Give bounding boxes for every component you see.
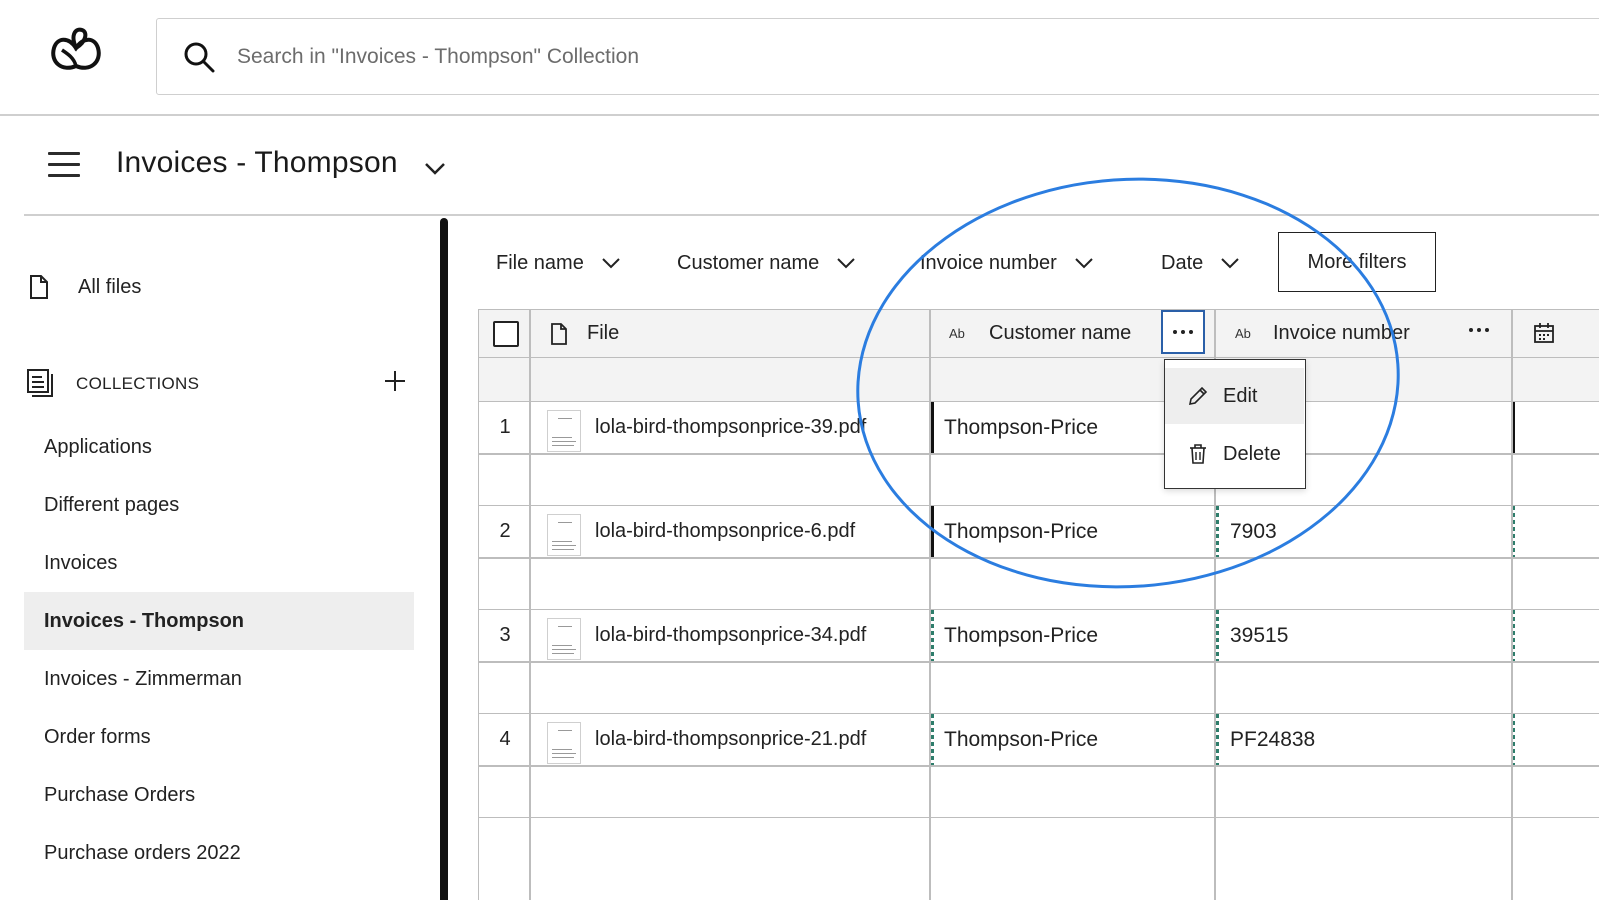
column-divider — [929, 310, 931, 900]
select-all-checkbox[interactable] — [493, 321, 519, 347]
calendar-icon[interactable] — [1533, 322, 1555, 344]
sidebar-item-purchase-orders[interactable]: Purchase Orders — [24, 766, 414, 824]
row-divider — [479, 765, 1599, 767]
app-logo-icon[interactable] — [48, 26, 104, 74]
row-divider — [479, 557, 1599, 559]
row-number: 2 — [499, 520, 511, 542]
customer-name-cell[interactable]: Thompson-Price — [944, 416, 1098, 440]
filter-customer-name[interactable]: Customer name — [677, 248, 857, 278]
collections-label: COLLECTIONS — [76, 374, 200, 393]
plus-icon[interactable] — [382, 368, 408, 394]
cell-marker — [931, 610, 934, 662]
top-bar: Search in "Invoices - Thompson" Collecti… — [0, 0, 1599, 116]
sidebar-item-all-files[interactable]: All files — [26, 272, 141, 302]
sidebar-scrollbar[interactable] — [440, 218, 448, 900]
cell-marker — [1216, 714, 1219, 766]
file-thumbnail — [547, 514, 581, 556]
table-row[interactable]: 3 lola-bird-thompsonprice-34.pdf Thompso… — [479, 610, 1599, 714]
row-number: 3 — [499, 624, 511, 646]
sidebar-item-order-forms[interactable]: Order forms — [24, 708, 414, 766]
trash-icon — [1190, 444, 1206, 464]
filter-date[interactable]: Date — [1161, 248, 1241, 278]
column-divider — [1511, 310, 1513, 900]
table-row[interactable]: 1 lola-bird-thompsonprice-39.pdf Thompso… — [479, 402, 1599, 506]
sidebar-item-invoices-zimmerman[interactable]: Invoices - Zimmerman — [24, 650, 414, 708]
customer-name-cell[interactable]: Thompson-Price — [944, 520, 1098, 544]
customer-name-cell[interactable]: Thompson-Price — [944, 728, 1098, 752]
menu-item-edit[interactable]: Edit — [1165, 368, 1304, 424]
column-options-button[interactable] — [1161, 310, 1205, 354]
file-name[interactable]: lola-bird-thompsonprice-6.pdf — [595, 520, 855, 543]
sidebar-item-different-pages[interactable]: Different pages — [24, 476, 414, 534]
text-type-icon: Ab — [949, 326, 965, 341]
chevron-down-icon — [837, 258, 855, 269]
cell-marker — [931, 506, 934, 558]
invoice-number-cell[interactable]: 7903 — [1230, 520, 1277, 544]
table-header: File Ab Customer name Ab Invoice number — [479, 310, 1599, 358]
invoice-number-cell[interactable]: 39515 — [1230, 624, 1288, 648]
more-dots-icon[interactable] — [1469, 328, 1489, 332]
filter-invoice-number[interactable]: Invoice number — [920, 248, 1095, 278]
row-divider — [479, 453, 1599, 455]
more-filters-button[interactable]: More filters — [1278, 232, 1436, 292]
row-number: 1 — [499, 416, 511, 438]
sidebar-item-applications[interactable]: Applications — [24, 418, 414, 476]
table-row[interactable]: 2 lola-bird-thompsonprice-6.pdf Thompson… — [479, 506, 1599, 610]
table-row[interactable]: 4 lola-bird-thompsonprice-21.pdf Thompso… — [479, 714, 1599, 818]
file-thumbnail — [547, 618, 581, 660]
sidebar-item-label: All files — [78, 275, 142, 298]
cell-marker — [931, 402, 934, 454]
table-subheader — [479, 358, 1599, 402]
collections-icon — [27, 369, 53, 397]
cell-marker — [1216, 610, 1219, 662]
search-bar[interactable]: Search in "Invoices - Thompson" Collecti… — [156, 18, 1599, 95]
file-name[interactable]: lola-bird-thompsonprice-21.pdf — [595, 728, 866, 751]
file-thumbnail — [547, 722, 581, 764]
chevron-down-icon — [1221, 258, 1239, 269]
row-divider — [479, 661, 1599, 663]
menu-item-delete[interactable]: Delete — [1165, 426, 1304, 482]
column-header-file[interactable]: File — [587, 322, 619, 345]
search-icon — [184, 42, 215, 73]
column-header-customer-name[interactable]: Customer name — [989, 322, 1131, 345]
file-thumbnail — [547, 410, 581, 452]
filter-label: Date — [1161, 251, 1204, 274]
sidebar-item-purchase-orders-2022[interactable]: Purchase orders 2022 — [24, 824, 414, 882]
sidebar: All files COLLECTIONS Applications Diffe… — [0, 216, 440, 900]
sidebar-item-invoices[interactable]: Invoices — [24, 534, 414, 592]
filter-label: Invoice number — [920, 251, 1057, 274]
menu-item-label: Delete — [1223, 442, 1281, 465]
text-type-icon: Ab — [1235, 326, 1251, 341]
sidebar-item-invoices-thompson[interactable]: Invoices - Thompson — [24, 592, 414, 650]
file-name[interactable]: lola-bird-thompsonprice-39.pdf — [595, 416, 866, 439]
file-icon — [551, 323, 567, 345]
collections-header: COLLECTIONS — [26, 366, 416, 398]
chevron-down-icon[interactable] — [422, 158, 448, 178]
chevron-down-icon — [602, 258, 620, 269]
cell-marker — [1216, 506, 1219, 558]
search-input[interactable]: Search in "Invoices - Thompson" Collecti… — [237, 45, 639, 69]
row-number: 4 — [499, 728, 511, 750]
column-header-invoice-number[interactable]: Invoice number — [1273, 322, 1410, 345]
invoice-number-cell[interactable]: PF24838 — [1230, 728, 1315, 752]
filter-label: Customer name — [677, 251, 820, 274]
collections-list: Applications Different pages Invoices In… — [24, 418, 414, 882]
hamburger-icon[interactable] — [48, 152, 80, 178]
chevron-down-icon — [1075, 258, 1093, 269]
customer-name-cell[interactable]: Thompson-Price — [944, 624, 1098, 648]
menu-item-label: Edit — [1223, 384, 1258, 407]
filter-file-name[interactable]: File name — [496, 248, 622, 278]
files-table: File Ab Customer name Ab Invoice number … — [478, 309, 1599, 900]
column-context-menu: Edit Delete — [1164, 359, 1306, 489]
page-title: Invoices - Thompson — [116, 146, 398, 179]
filter-label: File name — [496, 251, 584, 274]
cell-marker — [931, 714, 934, 766]
more-dots-icon — [1173, 330, 1193, 334]
column-divider — [529, 310, 531, 900]
pencil-icon — [1188, 386, 1208, 406]
file-icon — [30, 275, 48, 299]
file-name[interactable]: lola-bird-thompsonprice-34.pdf — [595, 624, 866, 647]
